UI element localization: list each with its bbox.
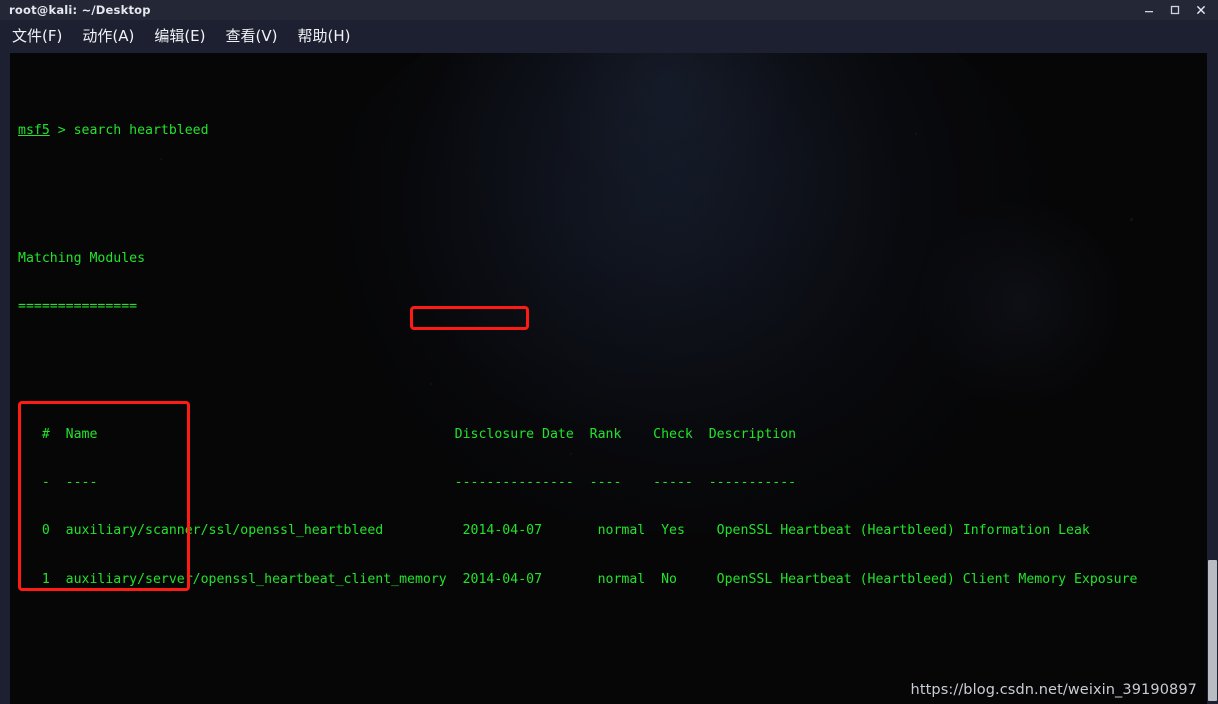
watermark: https://blog.csdn.net/weixin_39190897	[910, 682, 1197, 698]
modules-table-header: # Name Disclosure Date Rank Check Descri…	[18, 427, 797, 443]
modules-table-rule: - ---- --------------- ---- ----- ------…	[18, 475, 797, 491]
maximize-button[interactable]	[1162, 0, 1188, 20]
window-controls	[1136, 0, 1214, 20]
minimize-button[interactable]	[1136, 0, 1162, 20]
vertical-scrollbar-track[interactable]	[1207, 53, 1218, 704]
search-command-text: > search heartbleed	[49, 123, 209, 139]
titlebar: root@kali: ~/Desktop	[0, 0, 1218, 20]
table-row: 1 auxiliary/server/openssl_heartbeat_cli…	[18, 571, 1138, 587]
vertical-scrollbar-thumb[interactable]	[1208, 560, 1217, 701]
menu-item-edit[interactable]: 编辑(E)	[154, 29, 205, 44]
terminal-window: root@kali: ~/Desktop 文件(F) 动作(A) 编辑(E) 查…	[0, 0, 1218, 704]
terminal-line-prompt-search: msf5 > search heartbleed	[18, 123, 1207, 139]
matching-modules-rule: ===============	[18, 299, 138, 315]
table-row: 0 auxiliary/scanner/ssl/openssl_heartble…	[18, 523, 1090, 539]
matching-modules-heading: Matching Modules	[18, 251, 146, 267]
menu-item-help[interactable]: 帮助(H)	[297, 29, 350, 44]
close-button[interactable]	[1188, 0, 1214, 20]
menubar: 文件(F) 动作(A) 编辑(E) 查看(V) 帮助(H)	[0, 20, 1218, 53]
window-title: root@kali: ~/Desktop	[9, 3, 151, 17]
menu-item-file[interactable]: 文件(F)	[12, 29, 62, 44]
terminal-screen[interactable]: msf5 > search heartbleed Matching Module…	[10, 53, 1207, 704]
terminal-area: msf5 > search heartbleed Matching Module…	[0, 53, 1218, 704]
menu-item-view[interactable]: 查看(V)	[226, 29, 278, 44]
menu-item-action[interactable]: 动作(A)	[82, 29, 134, 44]
msf-prompt-label: msf5	[18, 123, 50, 139]
terminal-output: msf5 > search heartbleed Matching Module…	[10, 53, 1207, 704]
